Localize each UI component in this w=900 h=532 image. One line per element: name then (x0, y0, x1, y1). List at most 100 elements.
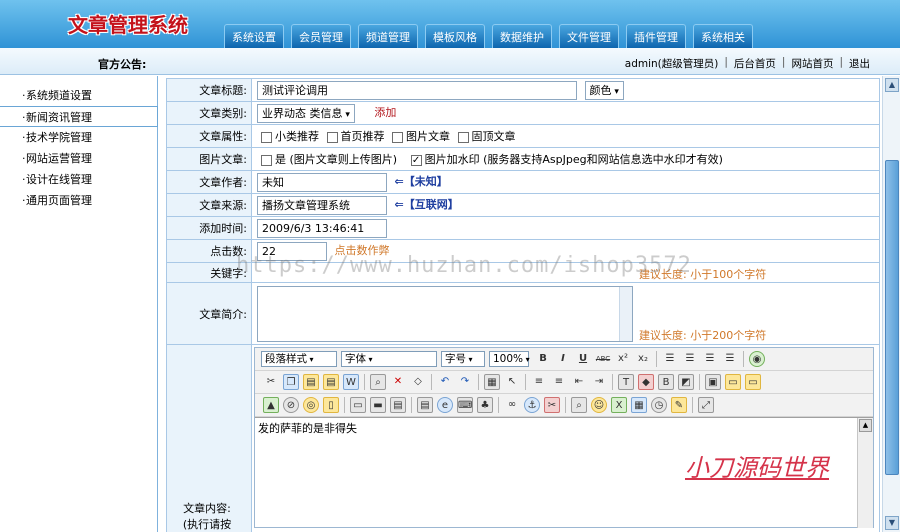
hits-input[interactable]: 22 (257, 241, 327, 261)
special-char-icon[interactable]: ♣ (477, 397, 493, 413)
text-color-icon[interactable]: T (618, 374, 634, 390)
eraser-icon[interactable]: ◇ (410, 374, 426, 390)
logout-link[interactable]: 退出 (849, 56, 870, 71)
italic-icon[interactable]: I (555, 351, 571, 367)
font-size-select[interactable]: 字号 (441, 351, 485, 367)
align-justify-icon[interactable]: ☰ (722, 351, 738, 367)
select-all-icon[interactable]: ▦ (484, 374, 500, 390)
zoom-select[interactable]: 100% (489, 351, 529, 367)
media-icon[interactable]: ◎ (303, 397, 319, 413)
find-icon[interactable]: ⌕ (370, 374, 386, 390)
undo-icon[interactable]: ↶ (437, 374, 453, 390)
editor-scrollbar[interactable]: ▲ (857, 418, 873, 528)
checkbox-home-recommend[interactable] (326, 131, 338, 143)
numbered-list-icon[interactable]: ≡ (531, 374, 547, 390)
checkbox-watermark[interactable]: ✓ (410, 154, 422, 166)
anchor-icon[interactable]: ⚓ (524, 397, 540, 413)
scroll-up-icon[interactable]: ▲ (885, 78, 899, 92)
page-icon[interactable]: ▤ (417, 397, 433, 413)
paragraph-style-select[interactable]: 段落样式 (261, 351, 337, 367)
fullscreen-icon[interactable]: ⤢ (698, 397, 714, 413)
link-icon[interactable]: ∞ (504, 397, 520, 413)
emoticon-icon[interactable]: ☺ (591, 397, 607, 413)
zoom-icon[interactable]: ⌕ (571, 397, 587, 413)
scroll-up-icon[interactable]: ▲ (859, 419, 872, 432)
tab-system-settings[interactable]: 系统设置 (224, 24, 284, 48)
frame-icon[interactable]: ▣ (705, 374, 721, 390)
site-home-link[interactable]: 网站首页 (791, 56, 833, 71)
box-icon[interactable]: ▭ (725, 374, 741, 390)
insert-image-icon[interactable]: ▲ (263, 397, 279, 413)
clock-icon[interactable]: ◷ (651, 397, 667, 413)
author-input[interactable]: 未知 (257, 172, 387, 192)
background-color-icon[interactable]: B (658, 374, 674, 390)
globe-icon[interactable]: ◉ (749, 351, 765, 367)
summary-textarea[interactable] (257, 285, 633, 342)
summary-scrollbar[interactable] (619, 286, 632, 341)
form-field-icon[interactable]: ▬ (370, 397, 386, 413)
tab-template-style[interactable]: 模板风格 (425, 24, 485, 48)
delete-icon[interactable]: ✕ (390, 374, 406, 390)
flash-icon[interactable]: ⊘ (283, 397, 299, 413)
tab-channel-management[interactable]: 频道管理 (358, 24, 418, 48)
author-quick-fill[interactable]: ⇐【未知】 (395, 175, 448, 188)
checkbox-image-article[interactable] (392, 131, 403, 143)
copy-icon[interactable]: ❐ (283, 374, 299, 390)
sidebar-item-design[interactable]: 设计在线管理 (0, 169, 157, 190)
underline-icon[interactable]: U (575, 351, 591, 367)
redo-icon[interactable]: ↷ (457, 374, 473, 390)
paste-text-icon[interactable]: ▤ (323, 374, 339, 390)
align-center-icon[interactable]: ☰ (682, 351, 698, 367)
sidebar-item-tech-academy[interactable]: 技术学院管理 (0, 127, 157, 148)
tab-file-management[interactable]: 文件管理 (559, 24, 619, 48)
align-right-icon[interactable]: ☰ (702, 351, 718, 367)
category-select[interactable]: 业界动态 类信息 (257, 103, 355, 123)
cut-icon[interactable]: ✂ (263, 374, 279, 390)
font-select[interactable]: 字体 (341, 351, 437, 367)
page-scrollbar[interactable]: ▲ ▼ (882, 76, 900, 532)
title-input[interactable]: 测试评论调用 (257, 80, 577, 100)
checkbox-category-recommend[interactable] (261, 131, 272, 143)
admin-home-link[interactable]: 后台首页 (734, 56, 776, 71)
fill-icon[interactable]: ◩ (678, 374, 694, 390)
tab-plugin-management[interactable]: 插件管理 (626, 24, 686, 48)
excel-icon[interactable]: X (611, 397, 627, 413)
subscript-icon[interactable]: x₂ (635, 351, 651, 367)
tab-member-management[interactable]: 会员管理 (291, 24, 351, 48)
bold-icon[interactable]: B (535, 351, 551, 367)
add-category-link[interactable]: 添加 (374, 106, 396, 119)
sidebar-item-operations[interactable]: 网站运营管理 (0, 148, 157, 169)
checkbox-pinned[interactable] (457, 131, 469, 143)
time-input[interactable]: 2009/6/3 13:46:41 (257, 218, 387, 238)
scrollbar-thumb[interactable] (885, 160, 899, 475)
tab-data-maintenance[interactable]: 数据维护 (492, 24, 552, 48)
paste-icon[interactable]: ▤ (303, 374, 319, 390)
edit-icon[interactable]: ✎ (671, 397, 687, 413)
sidebar-item-channel-settings[interactable]: 系统频道设置 (0, 85, 157, 106)
editor-content-area[interactable]: 发的萨菲的是非得失 小刀源码世界 ▲ (255, 417, 873, 528)
outdent-icon[interactable]: ⇤ (571, 374, 587, 390)
superscript-icon[interactable]: x² (615, 351, 631, 367)
hits-hint[interactable]: 点击数作弊 (335, 244, 390, 257)
sidebar-item-news[interactable]: 新闻资讯管理 (0, 106, 158, 128)
source-input[interactable]: 播扬文章管理系统 (257, 195, 387, 215)
sidebar-item-common-pages[interactable]: 通用页面管理 (0, 190, 157, 211)
strikethrough-icon[interactable]: ABC (595, 351, 611, 367)
browser-icon[interactable]: e (437, 397, 453, 413)
calendar-icon[interactable]: ▦ (631, 397, 647, 413)
table-icon[interactable]: ▭ (350, 397, 366, 413)
source-quick-fill[interactable]: ⇐【互联网】 (395, 198, 459, 211)
layer-icon[interactable]: ▭ (745, 374, 761, 390)
checkbox-is-image[interactable] (261, 154, 272, 166)
list-box-icon[interactable]: ▤ (390, 397, 406, 413)
paste-word-icon[interactable]: W (343, 374, 359, 390)
indent-icon[interactable]: ⇥ (591, 374, 607, 390)
pointer-icon[interactable]: ↖ (504, 374, 520, 390)
align-left-icon[interactable]: ☰ (662, 351, 678, 367)
scroll-down-icon[interactable]: ▼ (885, 516, 899, 530)
highlight-icon[interactable]: ◆ (638, 374, 654, 390)
unlink-icon[interactable]: ✂ (544, 397, 560, 413)
file-icon[interactable]: ▯ (323, 397, 339, 413)
tab-system-related[interactable]: 系统相关 (693, 24, 753, 48)
color-select[interactable]: 颜色 (584, 80, 624, 100)
